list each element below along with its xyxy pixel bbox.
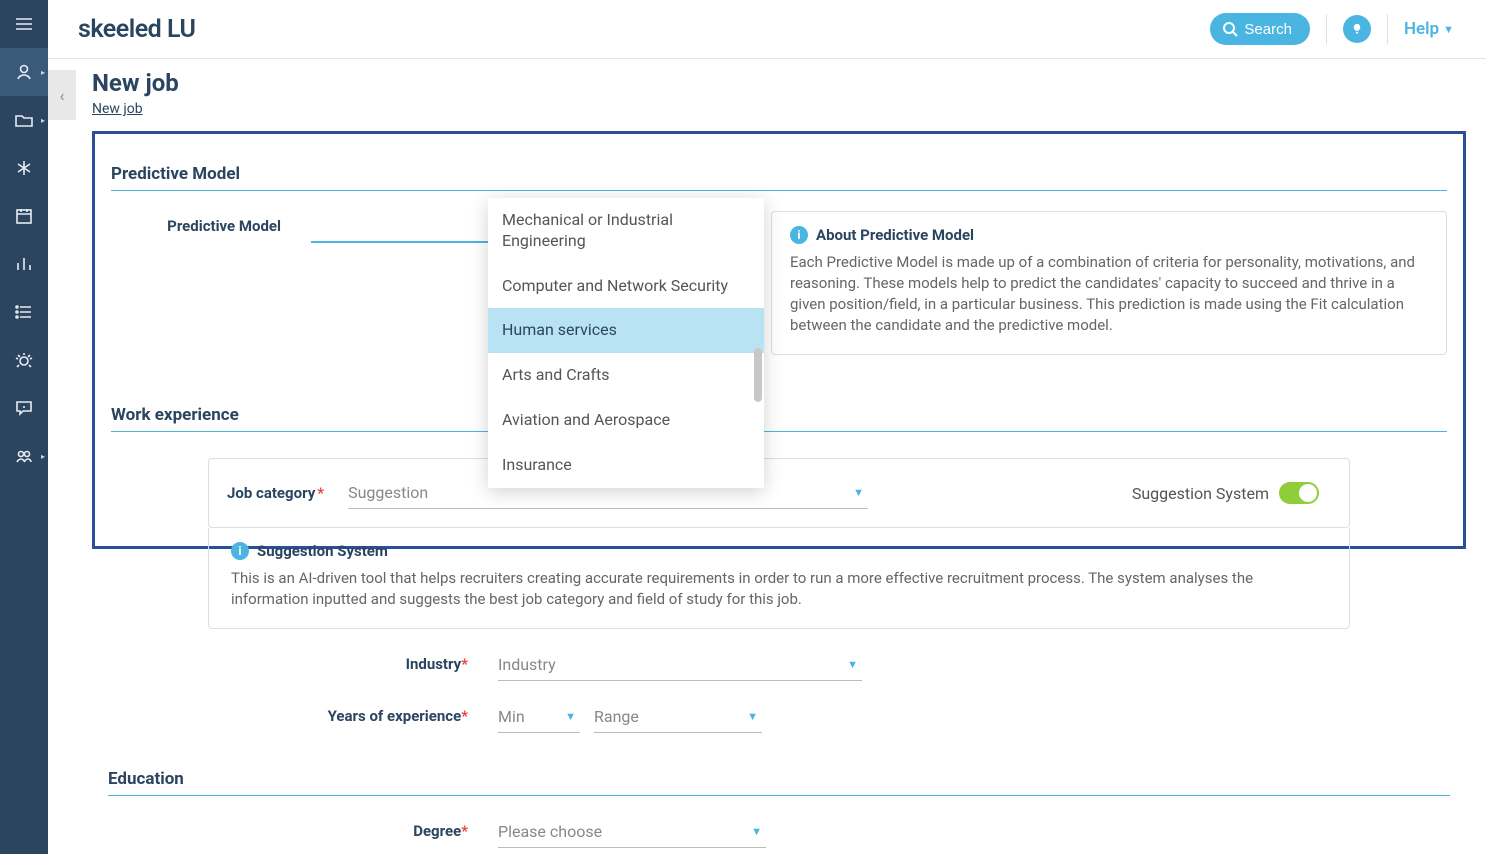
sidebar-item-asterisk[interactable] xyxy=(0,144,48,192)
info-icon: i xyxy=(790,226,808,244)
help-label: Help xyxy=(1404,19,1439,39)
suggestion-toggle[interactable] xyxy=(1279,482,1319,504)
suggestion-toggle-label: Suggestion System xyxy=(1132,484,1269,503)
yoe-min-placeholder: Min xyxy=(498,707,525,726)
sidebar: ▸ ▸ ▸ xyxy=(0,0,48,854)
caret-down-icon: ▼ xyxy=(747,710,758,723)
breadcrumb[interactable]: New job xyxy=(92,101,143,117)
predictive-model-dropdown: Mechanical or Industrial EngineeringComp… xyxy=(488,198,764,488)
job-category-placeholder: Suggestion xyxy=(348,483,428,502)
info-panel-body: Each Predictive Model is made up of a co… xyxy=(790,252,1428,336)
asterisk-icon xyxy=(14,158,34,178)
industry-label: Industry* xyxy=(108,649,498,673)
caret-down-icon: ▼ xyxy=(751,825,762,838)
divider xyxy=(1326,14,1327,44)
industry-select[interactable]: Industry ▼ xyxy=(498,649,862,681)
yoe-range-select[interactable]: Range ▼ xyxy=(594,701,762,733)
degree-select[interactable]: Please choose ▼ xyxy=(498,816,766,848)
caret-down-icon: ▼ xyxy=(847,658,858,671)
predictive-model-label: Predictive Model xyxy=(111,211,311,235)
dropdown-option[interactable]: Human services xyxy=(488,308,764,353)
bar-chart-icon xyxy=(14,254,34,274)
dropdown-option[interactable]: Insurance xyxy=(488,443,764,488)
caret-down-icon: ▼ xyxy=(853,486,864,499)
section-heading-work-exp: Work experience xyxy=(111,405,1447,432)
menu-icon xyxy=(14,14,34,34)
sidebar-item-comment[interactable] xyxy=(0,384,48,432)
job-category-label: Job category* xyxy=(227,484,324,502)
sidebar-item-bug[interactable] xyxy=(0,336,48,384)
tips-button[interactable] xyxy=(1343,15,1371,43)
yoe-min-select[interactable]: Min ▼ xyxy=(498,701,580,733)
dropdown-option[interactable]: Arts and Crafts xyxy=(488,353,764,398)
help-menu[interactable]: Help ▼ xyxy=(1404,19,1454,39)
sidebar-item-menu[interactable] xyxy=(0,0,48,48)
folder-icon xyxy=(14,110,34,130)
section-heading-predictive: Predictive Model xyxy=(111,164,1447,191)
callout-title: Suggestion System xyxy=(257,542,388,560)
sidebar-item-user[interactable]: ▸ xyxy=(0,48,48,96)
brand-logo: skeeled LU xyxy=(78,15,195,44)
caret-down-icon: ▼ xyxy=(1443,23,1454,36)
topbar: skeeled LU Search Help ▼ xyxy=(48,0,1486,59)
search-button-label: Search xyxy=(1244,21,1292,38)
sidebar-item-list[interactable] xyxy=(0,288,48,336)
search-icon xyxy=(1222,21,1238,37)
yoe-range-placeholder: Range xyxy=(594,707,639,726)
dropdown-option[interactable]: Aviation and Aerospace xyxy=(488,398,764,443)
yoe-label: Years of experience* xyxy=(108,701,498,725)
job-category-row: Job category* Suggestion ▼ Suggestion Sy… xyxy=(208,458,1350,528)
user-icon xyxy=(14,62,34,82)
bug-icon xyxy=(14,350,34,370)
predictive-model-info-panel: i About Predictive Model Each Predictive… xyxy=(771,211,1447,355)
section-heading-education: Education xyxy=(108,769,1450,796)
chevron-right-icon: ▸ xyxy=(41,452,45,461)
lightbulb-icon xyxy=(1350,22,1364,36)
page-title: New job xyxy=(92,69,1466,97)
sidebar-item-folder[interactable]: ▸ xyxy=(0,96,48,144)
calendar-icon xyxy=(14,206,34,226)
scrollbar-thumb[interactable] xyxy=(754,348,762,402)
sidebar-item-calendar[interactable] xyxy=(0,192,48,240)
degree-label: Degree* xyxy=(108,816,498,840)
info-icon: i xyxy=(231,542,249,560)
info-panel-title: About Predictive Model xyxy=(816,226,974,244)
dropdown-option[interactable]: Mechanical or Industrial Engineering xyxy=(488,198,764,264)
degree-placeholder: Please choose xyxy=(498,822,602,841)
toggle-knob xyxy=(1299,484,1317,502)
comment-icon xyxy=(14,398,34,418)
suggestion-system-callout: i Suggestion System This is an AI-driven… xyxy=(208,528,1350,629)
callout-body: This is an AI-driven tool that helps rec… xyxy=(231,568,1327,610)
main-content: New job New job Predictive Model Predict… xyxy=(48,59,1486,854)
chevron-right-icon: ▸ xyxy=(41,116,45,125)
divider xyxy=(1387,14,1388,44)
industry-placeholder: Industry xyxy=(498,655,556,674)
dropdown-option[interactable]: Computer and Network Security xyxy=(488,264,764,309)
sidebar-item-group[interactable]: ▸ xyxy=(0,432,48,480)
group-icon xyxy=(14,446,34,466)
list-icon xyxy=(14,302,34,322)
sidebar-item-analytics[interactable] xyxy=(0,240,48,288)
search-button[interactable]: Search xyxy=(1210,13,1310,45)
caret-down-icon: ▼ xyxy=(565,710,576,723)
chevron-right-icon: ▸ xyxy=(41,68,45,77)
